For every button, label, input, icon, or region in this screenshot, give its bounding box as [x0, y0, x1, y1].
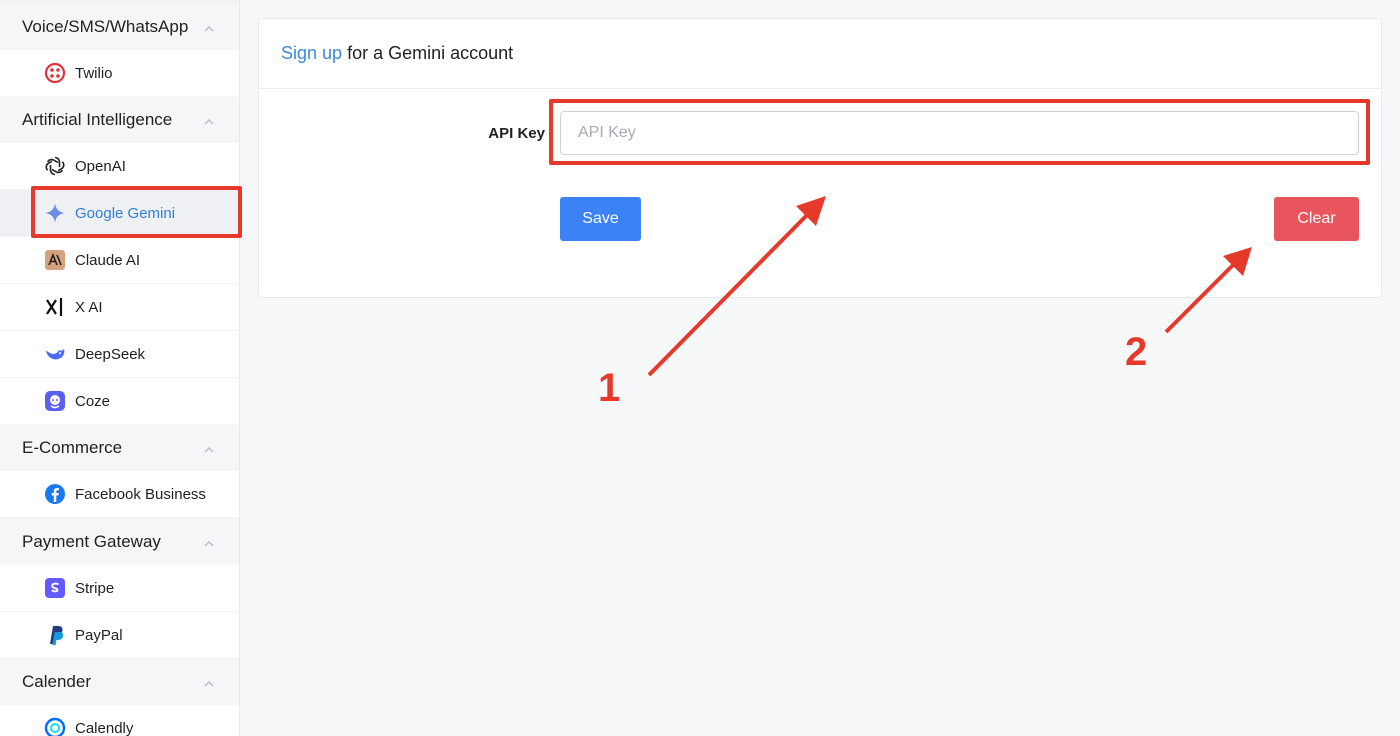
- group-title: Voice/SMS/WhatsApp: [22, 17, 189, 36]
- save-button[interactable]: Save: [560, 197, 641, 241]
- sidebar-item-label: PayPal: [75, 626, 123, 644]
- group-header-e-commerce[interactable]: E-Commerce: [0, 425, 239, 471]
- chevron-up-icon: [204, 26, 214, 32]
- sidebar-item-label: Claude AI: [75, 251, 141, 269]
- group-header-voice-sms-whatsapp[interactable]: Voice/SMS/WhatsApp: [0, 4, 239, 50]
- facebook-icon: [44, 483, 66, 505]
- sidebar-item-label: X AI: [75, 298, 103, 316]
- sidebar-item-claude-ai[interactable]: Claude AI: [0, 237, 239, 283]
- paypal-icon: [44, 624, 66, 646]
- sidebar-item-stripe[interactable]: Stripe: [0, 565, 239, 611]
- chevron-up-icon: [204, 119, 214, 125]
- sidebar-item-label: Calendly: [75, 719, 134, 736]
- sidebar-item-paypal[interactable]: PayPal: [0, 612, 239, 658]
- sidebar-item-openai[interactable]: OpenAI: [0, 143, 239, 189]
- annotation-step-1: 1: [598, 366, 621, 410]
- sidebar-item-label: OpenAI: [75, 157, 126, 175]
- chevron-up-icon: [204, 447, 214, 453]
- signup-link[interactable]: Sign up: [281, 43, 342, 64]
- stripe-icon: [44, 577, 66, 599]
- group-header-payment-gateway[interactable]: Payment Gateway: [0, 519, 239, 565]
- api-key-label: API Key: [488, 125, 545, 142]
- sidebar-item-label: DeepSeek: [75, 345, 146, 363]
- annotation-highlight-gemini: [31, 186, 242, 238]
- clear-button[interactable]: Clear: [1274, 197, 1359, 241]
- card-header: Sign up for a Gemini account: [259, 19, 1381, 89]
- group-header-calender[interactable]: Calender: [0, 659, 239, 705]
- card-header-text: for a Gemini account: [347, 43, 514, 63]
- calendly-icon: [44, 717, 66, 736]
- sidebar-item-label: Coze: [75, 392, 111, 410]
- sidebar-item-label: Stripe: [75, 579, 115, 597]
- sidebar-item-coze[interactable]: Coze: [0, 378, 239, 424]
- group-title: Payment Gateway: [22, 532, 161, 551]
- group-title: Artificial Intelligence: [22, 110, 173, 129]
- sidebar: Voice/SMS/WhatsApp Twilio Artificial Int…: [0, 0, 240, 736]
- twilio-icon: [44, 62, 66, 84]
- coze-icon: [44, 390, 66, 412]
- sidebar-item-label: Facebook Business: [75, 485, 206, 503]
- chevron-up-icon: [204, 541, 214, 547]
- sidebar-item-label: Twilio: [75, 64, 113, 82]
- group-title: E-Commerce: [22, 438, 123, 457]
- chevron-up-icon: [204, 681, 214, 687]
- xai-icon: [44, 296, 66, 318]
- sidebar-item-twilio[interactable]: Twilio: [0, 50, 239, 96]
- sidebar-item-x-ai[interactable]: X AI: [0, 284, 239, 330]
- sidebar-item-facebook-business[interactable]: Facebook Business: [0, 471, 239, 517]
- claude-icon: [44, 249, 66, 271]
- group-title: Calender: [22, 672, 91, 691]
- annotation-highlight-api-key: [549, 99, 1370, 165]
- sidebar-item-calendly[interactable]: Calendly: [0, 705, 239, 736]
- deepseek-icon: [44, 343, 66, 365]
- annotation-step-2: 2: [1125, 330, 1148, 374]
- group-header-artificial-intelligence[interactable]: Artificial Intelligence: [0, 97, 239, 143]
- sidebar-item-deepseek[interactable]: DeepSeek: [0, 331, 239, 377]
- openai-icon: [44, 155, 66, 177]
